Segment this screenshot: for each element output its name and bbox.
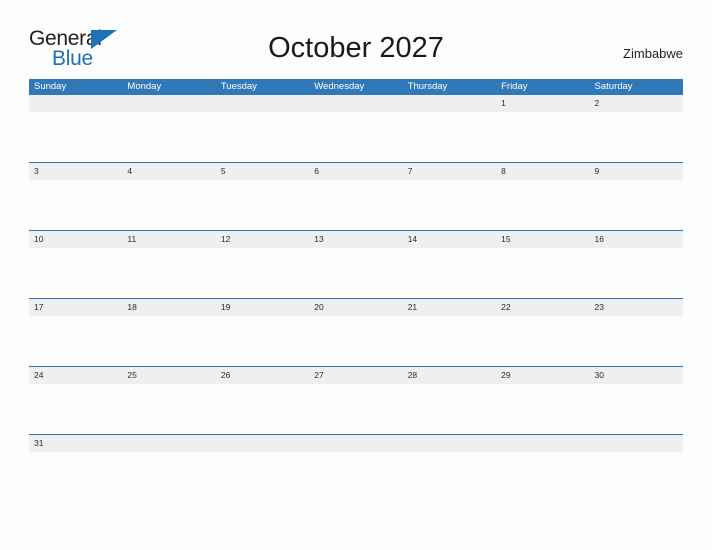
day-cell[interactable]: 1 bbox=[496, 95, 589, 112]
day-cell[interactable]: 2 bbox=[590, 95, 683, 112]
week-date-band: 17 18 19 20 21 22 23 bbox=[29, 299, 683, 316]
week-date-band: 31 bbox=[29, 435, 683, 452]
weekday-header-row: Sunday Monday Tuesday Wednesday Thursday… bbox=[29, 79, 683, 95]
day-cell[interactable]: 26 bbox=[216, 367, 309, 384]
week-row: 17 18 19 20 21 22 23 bbox=[29, 298, 683, 366]
weekday-header-friday: Friday bbox=[501, 81, 528, 92]
day-cell[interactable] bbox=[309, 95, 402, 112]
day-cell[interactable]: 29 bbox=[496, 367, 589, 384]
week-body bbox=[29, 384, 683, 434]
weekday-header-saturday: Saturday bbox=[594, 81, 633, 92]
day-cell[interactable] bbox=[122, 435, 215, 452]
weekday-header-tuesday: Tuesday bbox=[220, 81, 257, 92]
weekday-header-thursday: Thursday bbox=[407, 81, 448, 92]
day-cell[interactable]: 24 bbox=[29, 367, 122, 384]
day-cell[interactable]: 7 bbox=[403, 163, 496, 180]
day-cell[interactable]: 27 bbox=[309, 367, 402, 384]
week-body bbox=[29, 248, 683, 298]
day-cell[interactable]: 25 bbox=[122, 367, 215, 384]
week-body bbox=[29, 180, 683, 230]
day-cell[interactable]: 23 bbox=[590, 299, 683, 316]
calendar-grid: Sunday Monday Tuesday Wednesday Thursday… bbox=[29, 79, 683, 469]
day-cell[interactable] bbox=[29, 95, 122, 112]
week-date-band: 24 25 26 27 28 29 30 bbox=[29, 367, 683, 384]
day-cell[interactable]: 28 bbox=[403, 367, 496, 384]
day-cell[interactable] bbox=[216, 435, 309, 452]
day-cell[interactable]: 11 bbox=[122, 231, 215, 248]
day-cell[interactable]: 14 bbox=[403, 231, 496, 248]
day-cell[interactable]: 22 bbox=[496, 299, 589, 316]
day-cell[interactable]: 19 bbox=[216, 299, 309, 316]
day-cell[interactable]: 20 bbox=[309, 299, 402, 316]
week-row: 24 25 26 27 28 29 30 bbox=[29, 366, 683, 434]
day-cell[interactable]: 30 bbox=[590, 367, 683, 384]
page-title: October 2027 bbox=[268, 32, 444, 64]
day-cell[interactable] bbox=[122, 95, 215, 112]
day-cell[interactable]: 3 bbox=[29, 163, 122, 180]
day-cell[interactable]: 8 bbox=[496, 163, 589, 180]
week-body bbox=[29, 316, 683, 366]
country-label: Zimbabwe bbox=[623, 46, 683, 61]
day-cell[interactable]: 31 bbox=[29, 435, 122, 452]
day-cell[interactable] bbox=[216, 95, 309, 112]
day-cell[interactable]: 13 bbox=[309, 231, 402, 248]
day-cell[interactable]: 21 bbox=[403, 299, 496, 316]
week-row: 3 4 5 6 7 8 9 bbox=[29, 162, 683, 230]
weekday-header-wednesday: Wednesday bbox=[314, 81, 365, 92]
day-cell[interactable] bbox=[403, 435, 496, 452]
weekday-header-sunday: Sunday bbox=[34, 81, 67, 92]
day-cell[interactable]: 12 bbox=[216, 231, 309, 248]
day-cell[interactable]: 10 bbox=[29, 231, 122, 248]
day-cell[interactable]: 18 bbox=[122, 299, 215, 316]
weekday-header-monday: Monday bbox=[127, 81, 162, 92]
week-date-band: 1 2 bbox=[29, 95, 683, 112]
day-cell[interactable]: 16 bbox=[590, 231, 683, 248]
day-cell[interactable]: 15 bbox=[496, 231, 589, 248]
day-cell[interactable]: 5 bbox=[216, 163, 309, 180]
day-cell[interactable] bbox=[590, 435, 683, 452]
week-body bbox=[29, 112, 683, 162]
week-row: 31 bbox=[29, 434, 683, 469]
day-cell[interactable]: 4 bbox=[122, 163, 215, 180]
day-cell[interactable]: 9 bbox=[590, 163, 683, 180]
week-date-band: 10 11 12 13 14 15 16 bbox=[29, 231, 683, 248]
week-body bbox=[29, 452, 683, 469]
day-cell[interactable]: 6 bbox=[309, 163, 402, 180]
week-row: 1 2 bbox=[29, 95, 683, 162]
page-header: General Blue October 2027 Zimbabwe bbox=[0, 0, 712, 78]
day-cell[interactable] bbox=[309, 435, 402, 452]
week-date-band: 3 4 5 6 7 8 9 bbox=[29, 163, 683, 180]
day-cell[interactable] bbox=[403, 95, 496, 112]
week-row: 10 11 12 13 14 15 16 bbox=[29, 230, 683, 298]
day-cell[interactable]: 17 bbox=[29, 299, 122, 316]
day-cell[interactable] bbox=[496, 435, 589, 452]
